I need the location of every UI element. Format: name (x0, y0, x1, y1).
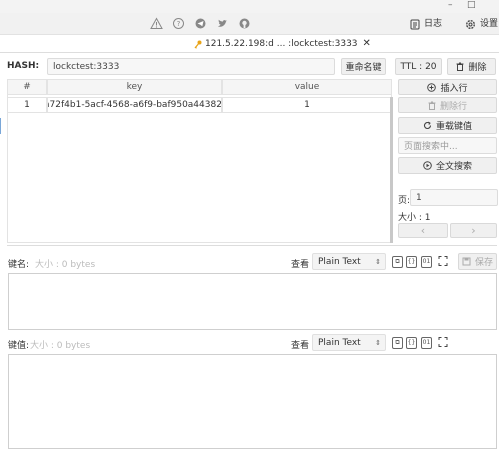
warning-icon[interactable] (150, 17, 163, 30)
settings-button[interactable]: 设置 (465, 16, 498, 32)
key-editor-size: 大小 : 0 bytes (35, 260, 96, 270)
twitter-icon[interactable] (216, 17, 229, 30)
gear-icon (466, 19, 475, 29)
row-key-cell[interactable]: da72f4b1-5acf-4568-a6f9-baf950a44382:1 (47, 97, 222, 113)
connection-tab[interactable]: 121.5.22.198:d ... :lockctest:3333 ✕ (194, 37, 371, 51)
tab-title: 121.5.22.198:d ... :lockctest:3333 (205, 39, 358, 49)
json-format-icon[interactable]: {} (406, 337, 417, 349)
size-label: 大小 : 1 (398, 213, 431, 223)
next-page-button[interactable]: › (450, 223, 497, 238)
value-textarea[interactable] (8, 354, 497, 449)
github-icon[interactable] (238, 17, 251, 30)
save-label: 保存 (474, 258, 493, 268)
insert-row-button[interactable]: 插入行 (398, 79, 497, 95)
copy-icon[interactable]: ⧉ (392, 337, 403, 349)
play-circle-icon (423, 161, 432, 170)
key-icon (194, 40, 202, 49)
key-textarea[interactable] (8, 273, 497, 330)
reload-button[interactable]: 重载键值 (398, 117, 497, 134)
delete-key-button[interactable]: 删除 (447, 58, 496, 75)
binary-icon[interactable]: 01 (421, 256, 432, 268)
copy-icon[interactable]: ⧉ (392, 256, 403, 268)
key-format-value: Plain Text (318, 256, 361, 267)
fulltext-search-button[interactable]: 全文搜索 (398, 157, 497, 174)
fullscreen-icon[interactable] (438, 336, 448, 348)
insert-row-label: 插入行 (440, 83, 468, 94)
chevron-left-icon: ‹ (420, 224, 426, 237)
page-number-input[interactable]: 1 (410, 189, 498, 206)
save-button[interactable]: 保存 (458, 253, 497, 270)
key-format-select[interactable]: Plain Text ⇕ (312, 253, 386, 270)
value-view-label: 查看 (291, 341, 310, 351)
key-name-input[interactable]: lockctest:3333 (47, 58, 335, 75)
maximize-button[interactable]: □ (467, 0, 476, 10)
delete-row-label: 删除行 (439, 101, 467, 112)
ttl-label: TTL : 20 (400, 61, 437, 72)
fullscreen-icon[interactable] (438, 255, 448, 267)
rename-button[interactable]: 重命名键 (341, 58, 386, 75)
column-header-index[interactable]: # (7, 79, 47, 95)
binary-icon[interactable]: 01 (421, 337, 432, 349)
delete-row-button[interactable]: 删除行 (398, 97, 497, 113)
value-editor-size: 大小 : 0 bytes (30, 341, 91, 351)
column-header-key[interactable]: key (47, 79, 222, 95)
settings-label: 设置 (480, 19, 499, 29)
reload-label: 重载键值 (435, 122, 472, 132)
page-search-input[interactable]: 页面搜索中... (398, 137, 497, 154)
key-view-label: 查看 (291, 260, 310, 270)
left-edge-marker (0, 118, 1, 134)
hash-label: HASH: (7, 61, 40, 71)
grid-scrollbar[interactable] (390, 97, 393, 243)
save-icon (462, 257, 471, 266)
row-value-cell[interactable]: 1 (222, 97, 392, 113)
value-editor-label: 键值: (8, 341, 30, 351)
svg-text:?: ? (177, 20, 181, 28)
trash-icon (428, 101, 436, 110)
window-titlebar (0, 0, 499, 13)
delete-label: 删除 (468, 63, 487, 73)
help-icon[interactable]: ? (172, 17, 185, 30)
chevron-right-icon: › (471, 224, 476, 237)
key-editor-label: 键名: (8, 260, 30, 270)
log-button[interactable]: 日志 (410, 16, 442, 32)
minimize-button[interactable]: – (448, 0, 453, 10)
page-label: 页: (398, 196, 411, 206)
ttl-button[interactable]: TTL : 20 (395, 58, 442, 75)
chevron-updown-icon: ⇕ (375, 338, 381, 347)
prev-page-button[interactable]: ‹ (398, 223, 448, 238)
chevron-updown-icon: ⇕ (375, 257, 381, 266)
splitter[interactable] (7, 245, 497, 246)
value-format-value: Plain Text (318, 337, 361, 348)
log-icon (410, 19, 420, 29)
plus-circle-icon (427, 82, 437, 92)
json-format-icon[interactable]: {} (406, 256, 417, 268)
close-icon[interactable]: ✕ (363, 37, 371, 51)
column-header-value[interactable]: value (222, 79, 392, 95)
fulltext-label: 全文搜索 (435, 162, 472, 172)
log-label: 日志 (424, 19, 443, 29)
value-format-select[interactable]: Plain Text ⇕ (312, 334, 386, 351)
reload-icon (423, 121, 432, 129)
row-index-cell[interactable]: 1 (7, 97, 47, 113)
trash-icon (456, 62, 464, 71)
telegram-icon[interactable] (194, 17, 207, 30)
rename-label: 重命名键 (345, 63, 382, 73)
